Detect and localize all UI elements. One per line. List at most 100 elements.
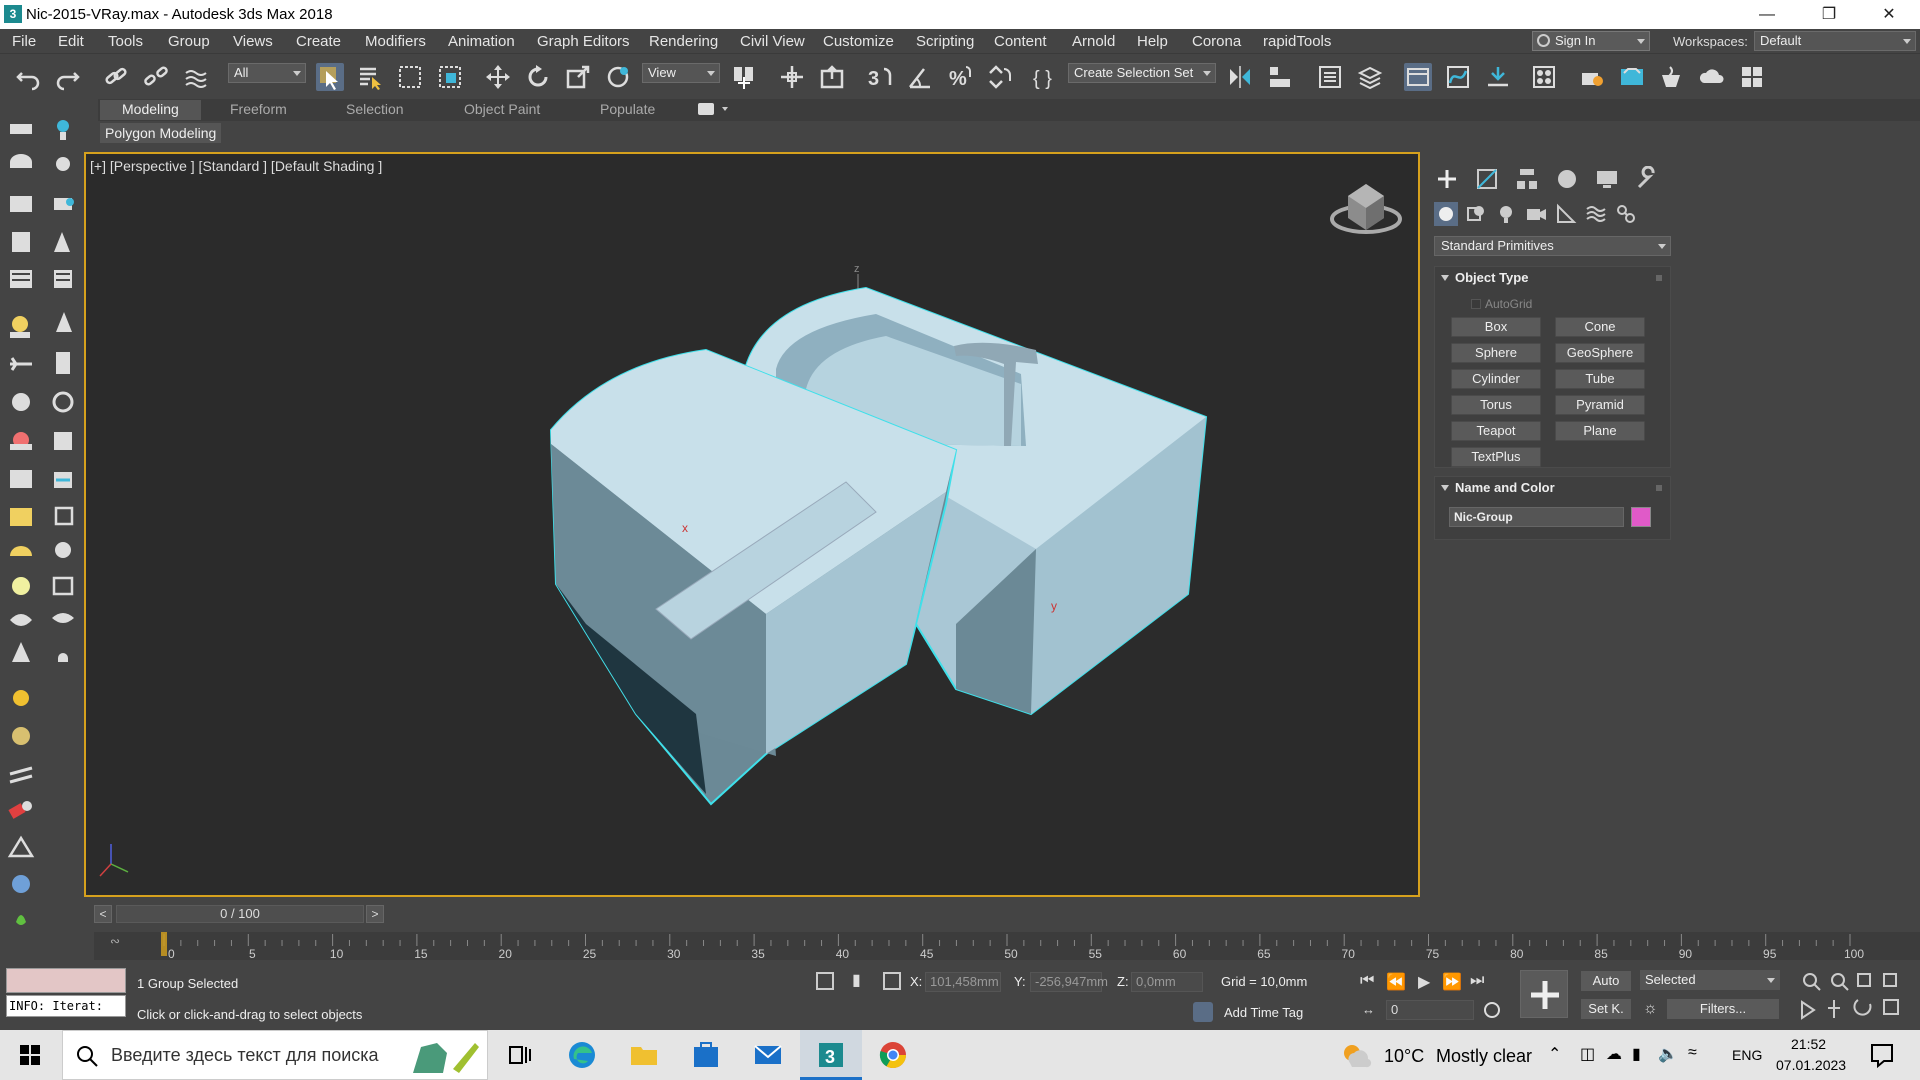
menu-content[interactable]: Content — [994, 33, 1047, 50]
selection-lock-icon[interactable]: ▮ — [852, 970, 866, 990]
helpers-category-icon[interactable] — [1554, 202, 1578, 226]
battery-icon[interactable]: ▮ — [1632, 1044, 1641, 1064]
menu-create[interactable]: Create — [296, 33, 341, 50]
torus-button[interactable]: Torus — [1451, 395, 1541, 415]
snaps-toggle-icon[interactable]: 3 — [866, 63, 894, 91]
time-slider-prev-button[interactable]: < — [94, 905, 112, 923]
tab-modeling[interactable]: Modeling — [100, 100, 201, 120]
x-coord-field[interactable]: 101,458mm — [925, 972, 1001, 992]
go-to-start-icon[interactable]: ⏮ — [1360, 972, 1374, 990]
pivot-center-icon[interactable] — [730, 63, 758, 91]
menu-arnold[interactable]: Arnold — [1072, 33, 1115, 50]
tab-object-paint[interactable]: Object Paint — [464, 101, 540, 117]
tube-button[interactable]: Tube — [1555, 369, 1645, 389]
weather-temperature[interactable]: 10°C — [1384, 1046, 1424, 1067]
ribbon-toggle-icon[interactable] — [1404, 63, 1432, 91]
hierarchy-tab-icon[interactable] — [1514, 166, 1540, 192]
weather-icon[interactable] — [1340, 1039, 1372, 1071]
y-coord-field[interactable]: -256,947mm — [1030, 972, 1108, 992]
menu-edit[interactable]: Edit — [58, 33, 84, 50]
box-button[interactable]: Box — [1451, 317, 1541, 337]
menu-help[interactable]: Help — [1137, 33, 1168, 50]
curve-editor-icon[interactable] — [1444, 63, 1472, 91]
key-mode-icon[interactable]: ↔ — [1362, 1002, 1375, 1017]
rotate-icon[interactable] — [524, 63, 552, 91]
select-by-name-icon[interactable] — [356, 63, 384, 91]
object-name-field[interactable]: Nic-Group — [1449, 507, 1624, 527]
a360-gallery-icon[interactable] — [1738, 63, 1766, 91]
object-type-header[interactable]: Object Type — [1435, 267, 1670, 289]
set-key-big-button[interactable] — [1520, 970, 1568, 1018]
render-setup-icon[interactable] — [1578, 63, 1606, 91]
left-tool-icons[interactable] — [0, 110, 80, 960]
tab-freeform[interactable]: Freeform — [230, 101, 287, 117]
select-object-icon[interactable] — [316, 63, 344, 91]
add-time-tag[interactable]: Add Time Tag — [1224, 1005, 1303, 1020]
previous-frame-icon[interactable]: ⏪ — [1386, 972, 1406, 992]
chrome-icon[interactable] — [877, 1039, 909, 1071]
autogrid-checkbox[interactable] — [1471, 299, 1481, 309]
key-filter-dropdown[interactable]: Selected — [1640, 970, 1780, 990]
name-and-color-header[interactable]: Name and Color — [1435, 477, 1670, 499]
utilities-tab-icon[interactable] — [1634, 166, 1660, 192]
tab-selection[interactable]: Selection — [346, 101, 404, 117]
time-slider-next-button[interactable]: > — [366, 905, 384, 923]
cameras-category-icon[interactable] — [1524, 202, 1548, 226]
window-crossing-icon[interactable] — [436, 63, 464, 91]
menu-modifiers[interactable]: Modifiers — [365, 33, 426, 50]
move-icon[interactable] — [484, 63, 512, 91]
minimize-button[interactable]: — — [1744, 0, 1790, 29]
restore-button[interactable]: ❐ — [1806, 0, 1852, 29]
menu-group[interactable]: Group — [168, 33, 210, 50]
tray-overflow-chevron-icon[interactable]: ⌃ — [1548, 1044, 1561, 1064]
edge-browser-icon[interactable] — [566, 1039, 598, 1071]
named-selection-set-dropdown[interactable]: Create Selection Set — [1068, 63, 1216, 83]
select-and-place-icon[interactable] — [604, 63, 632, 91]
layer-explorer-icon[interactable] — [1356, 63, 1384, 91]
tab-populate[interactable]: Populate — [600, 101, 655, 117]
taskbar-search-box[interactable]: Введите здесь текст для поиска — [62, 1030, 488, 1080]
menu-corona[interactable]: Corona — [1192, 33, 1241, 50]
pyramid-button[interactable]: Pyramid — [1555, 395, 1645, 415]
menu-rapidtools[interactable]: rapidTools — [1263, 33, 1331, 50]
perspective-viewport[interactable]: [+] [Perspective ] [Standard ] [Default … — [84, 152, 1420, 897]
display-tab-icon[interactable] — [1594, 166, 1620, 192]
menu-tools[interactable]: Tools — [108, 33, 143, 50]
render-in-cloud-icon[interactable] — [1698, 63, 1726, 91]
modify-tab-icon[interactable] — [1474, 166, 1500, 192]
shapes-category-icon[interactable] — [1464, 202, 1488, 226]
selection-filter-dropdown[interactable]: All — [228, 63, 306, 83]
polygon-modeling-panel[interactable]: Polygon Modeling — [100, 123, 222, 143]
file-explorer-icon[interactable] — [628, 1039, 660, 1071]
input-language[interactable]: ENG — [1732, 1047, 1762, 1063]
motion-tab-icon[interactable] — [1554, 166, 1580, 192]
material-editor-icon[interactable] — [1530, 63, 1558, 91]
create-tab-icon[interactable] — [1434, 166, 1460, 192]
geometry-category-icon[interactable] — [1434, 202, 1458, 226]
set-key-button[interactable]: Set K. — [1580, 998, 1632, 1020]
maxscript-listener-input[interactable] — [6, 968, 126, 993]
set-keys-icon[interactable]: ☼ — [1643, 1000, 1658, 1018]
maxscript-listener-output[interactable]: INFO: Iterat: — [6, 995, 126, 1017]
notification-center-icon[interactable] — [1866, 1039, 1898, 1071]
rendered-frame-window-icon[interactable] — [1618, 63, 1646, 91]
close-button[interactable]: ✕ — [1866, 0, 1912, 29]
task-view-icon[interactable] — [504, 1039, 536, 1071]
mirror-icon[interactable] — [1226, 63, 1254, 91]
schematic-view-icon[interactable] — [1484, 63, 1512, 91]
redo-icon[interactable] — [54, 63, 82, 91]
next-frame-icon[interactable]: ⏩ — [1442, 972, 1462, 992]
undo-icon[interactable] — [14, 63, 42, 91]
menu-customize[interactable]: Customize — [823, 33, 894, 50]
keyboard-shortcut-override-icon[interactable] — [818, 63, 846, 91]
angle-snap-icon[interactable] — [906, 63, 934, 91]
textplus-button[interactable]: TextPlus — [1451, 447, 1541, 467]
weather-condition[interactable]: Mostly clear — [1436, 1046, 1532, 1067]
menu-views[interactable]: Views — [233, 33, 273, 50]
reference-coordinate-dropdown[interactable]: View — [642, 63, 720, 83]
lights-category-icon[interactable] — [1494, 202, 1518, 226]
time-configuration-icon[interactable] — [1484, 1002, 1500, 1018]
workspaces-dropdown[interactable]: Default — [1754, 31, 1916, 51]
menu-graph-editors[interactable]: Graph Editors — [537, 33, 630, 50]
cylinder-button[interactable]: Cylinder — [1451, 369, 1541, 389]
